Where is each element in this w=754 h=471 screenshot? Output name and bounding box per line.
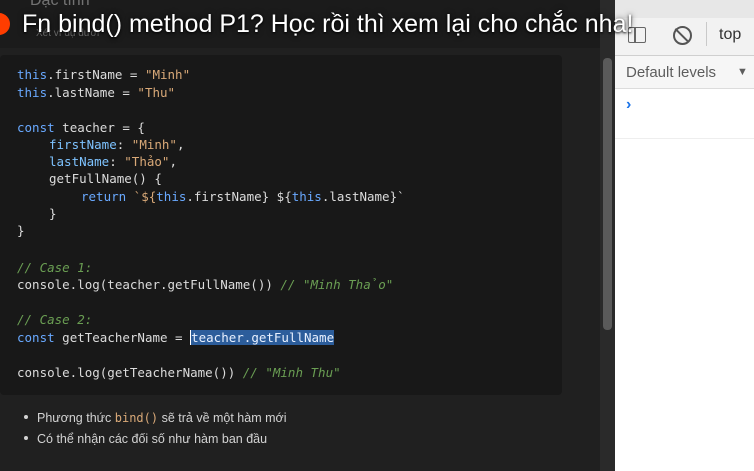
code-line: this.lastName = "Thu"	[17, 85, 176, 100]
console-toolbar: top	[615, 0, 754, 56]
toolbar-divider	[706, 22, 707, 46]
code-line: return `${this.firstName} ${this.lastNam…	[81, 189, 405, 204]
scrollbar-thumb[interactable]	[603, 58, 612, 330]
code-comment: // Case 2:	[17, 312, 93, 327]
bullet-item: Có thể nhận các đối số như hàm ban đầu	[24, 432, 267, 446]
console-toolbar-row: top	[615, 18, 754, 54]
devtools-tabbar	[615, 0, 754, 18]
log-levels-dropdown[interactable]: Default levels	[626, 64, 716, 81]
bullet-dot-icon	[24, 435, 28, 440]
clear-console-icon[interactable]	[673, 26, 692, 45]
code-line: getFullName() {	[49, 171, 162, 186]
slide-heading: Đặc tính	[30, 0, 90, 9]
bullet-item: Phương thức bind() sẽ trả về một hàm mới	[24, 411, 286, 425]
console-input[interactable]: ›	[615, 90, 754, 139]
code-comment: // Case 1:	[17, 260, 93, 275]
code-line: }	[17, 223, 25, 238]
code-line: firstName: "Minh",	[49, 137, 185, 152]
prompt-chevron-icon: ›	[626, 96, 632, 113]
code-line: const getTeacherName = teacher.getFullNa…	[17, 330, 335, 345]
code-line: lastName: "Thảo",	[49, 154, 177, 169]
code-line: console.log(teacher.getFullName()) // "M…	[17, 277, 394, 292]
code-editor: this.firstName = "Minh" this.lastName = …	[0, 55, 562, 395]
bullet-dot-icon	[24, 414, 28, 419]
lesson-panel: Đặc tính Xét ví dụ dưới Fn bind() method…	[0, 0, 633, 471]
context-selector[interactable]: top	[719, 26, 741, 44]
text-selection[interactable]: teacher.getFullName	[190, 330, 335, 345]
chevron-down-icon[interactable]: ▼	[737, 66, 748, 78]
code-line: }	[49, 206, 57, 221]
video-title[interactable]: Fn bind() method P1? Học rồi thì xem lại…	[22, 10, 633, 39]
code-line: const teacher = {	[17, 120, 145, 135]
code-line: this.firstName = "Minh"	[17, 67, 191, 82]
code-line: console.log(getTeacherName()) // "Minh T…	[17, 365, 341, 380]
log-levels-bar: Default levels ▼	[615, 56, 754, 89]
devtools-console: top Default levels ▼ ›	[615, 0, 754, 471]
